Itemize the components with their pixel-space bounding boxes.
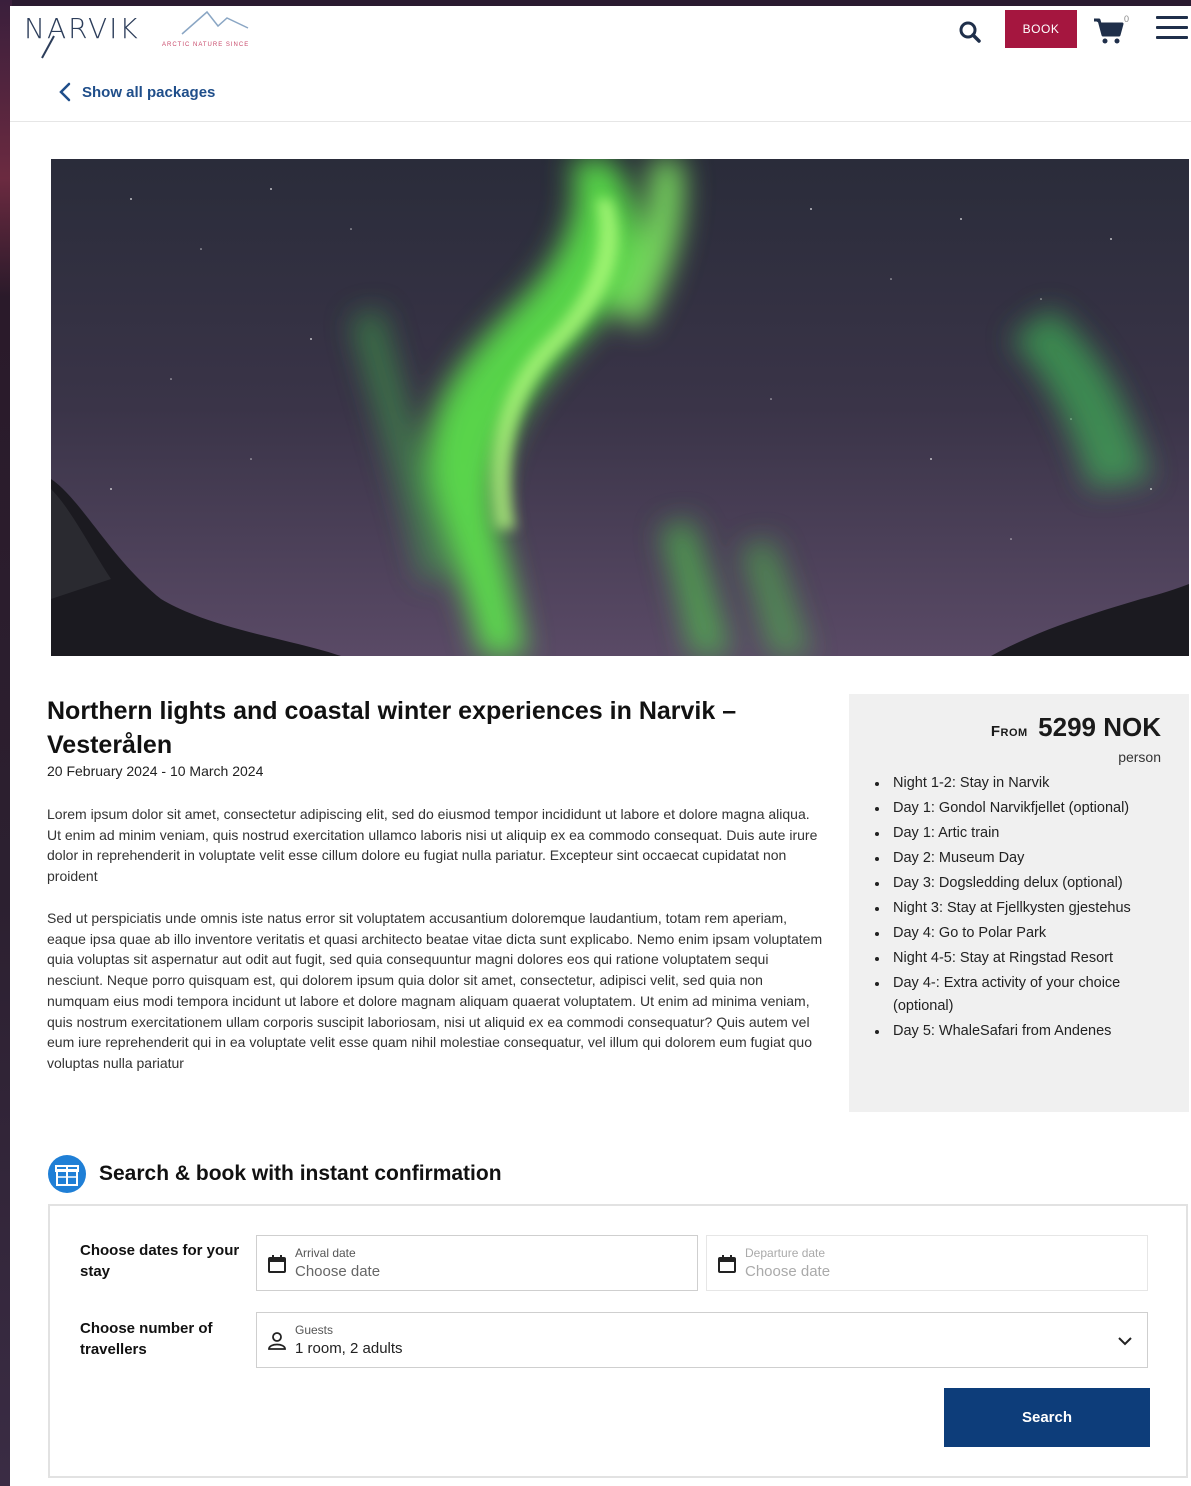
departure-date-value: Choose date bbox=[745, 1263, 831, 1280]
package-description-1: Lorem ipsum dolor sit amet, consectetur … bbox=[47, 806, 818, 885]
price-from-label: From bbox=[990, 723, 1028, 740]
itinerary-item: Day 4-: Extra activity of your choice (o… bbox=[875, 972, 1175, 1018]
dates-label: Choose dates for your stay bbox=[80, 1242, 240, 1280]
chevron-left-icon bbox=[59, 82, 71, 102]
itinerary-item: Day 1: Gondol Narvikfjellet (optional) bbox=[875, 797, 1175, 820]
itinerary-item: Night 3: Stay at Fjellkysten gjestehus bbox=[875, 897, 1175, 920]
cart-icon[interactable] bbox=[1092, 16, 1126, 46]
price-display: From 5299 NOK bbox=[991, 712, 1161, 743]
person-icon bbox=[268, 1332, 286, 1350]
gift-icon bbox=[48, 1155, 86, 1193]
guests-value: 1 room, 2 adults bbox=[295, 1340, 403, 1357]
itinerary-item: Day 3: Dogsledding delux (optional) bbox=[875, 872, 1175, 895]
itinerary-item: Night 4-5: Stay at Ringstad Resort bbox=[875, 947, 1175, 970]
price-panel: From 5299 NOK person Night 1-2: Stay in … bbox=[849, 694, 1189, 1112]
itinerary-item: Day 1: Artic train bbox=[875, 822, 1175, 845]
page: NARVIK ARCTIC NATURE SINCE Show all pack… bbox=[10, 6, 1191, 1486]
calendar-icon bbox=[268, 1255, 286, 1273]
show-all-packages-link[interactable]: Show all packages bbox=[58, 80, 215, 104]
narvik-logo[interactable]: NARVIK ARCTIC NATURE SINCE bbox=[22, 8, 252, 60]
guests-label: Guests bbox=[295, 1323, 334, 1337]
arrival-date-label: Arrival date bbox=[295, 1246, 356, 1260]
booking-form: Choose dates for your stay Choose number… bbox=[48, 1204, 1188, 1478]
price-amount: 5299 NOK bbox=[1038, 712, 1161, 742]
itinerary-item: Day 5: WhaleSafari from Andenes bbox=[875, 1020, 1175, 1043]
arrival-date-field[interactable]: Arrival date Choose date bbox=[256, 1235, 698, 1291]
hamburger-menu-icon[interactable] bbox=[1156, 16, 1188, 44]
logo-mountain-mark bbox=[41, 10, 249, 59]
package-description-2: Sed ut perspiciatis unde omnis iste natu… bbox=[47, 910, 823, 1071]
price-unit: person bbox=[1118, 749, 1161, 765]
itinerary-item: Night 1-2: Stay in Narvik bbox=[875, 772, 1175, 795]
itinerary-item: Day 2: Museum Day bbox=[875, 847, 1175, 870]
cart-count-badge: 0 bbox=[1124, 14, 1130, 24]
hero-image-northern-lights bbox=[51, 159, 1189, 656]
arrival-date-value: Choose date bbox=[295, 1263, 381, 1280]
departure-date-label: Departure date bbox=[745, 1246, 826, 1260]
travellers-label: Choose number of travellers bbox=[80, 1320, 213, 1358]
search-button[interactable]: Search bbox=[944, 1388, 1150, 1447]
guests-select[interactable]: Guests 1 room, 2 adults bbox=[256, 1312, 1148, 1368]
departure-date-field[interactable]: Departure date Choose date bbox=[706, 1235, 1148, 1291]
search-icon[interactable] bbox=[956, 18, 984, 46]
site-header: NARVIK ARCTIC NATURE SINCE Show all pack… bbox=[10, 6, 1191, 122]
chevron-down-icon bbox=[1118, 1337, 1132, 1346]
booking-heading: Search & book with instant confirmation bbox=[47, 1155, 502, 1193]
package-dates: 20 February 2024 - 10 March 2024 bbox=[47, 763, 264, 779]
book-button[interactable]: BOOK bbox=[1005, 10, 1077, 48]
back-link-label: Show all packages bbox=[82, 83, 216, 101]
calendar-icon bbox=[718, 1255, 736, 1273]
itinerary-list: Night 1-2: Stay in Narvik Day 1: Gondol … bbox=[875, 772, 1175, 1045]
package-title: Northern lights and coastal winter exper… bbox=[47, 697, 737, 759]
itinerary-item: Day 4: Go to Polar Park bbox=[875, 922, 1175, 945]
booking-heading-text: Search & book with instant confirmation bbox=[99, 1162, 502, 1185]
